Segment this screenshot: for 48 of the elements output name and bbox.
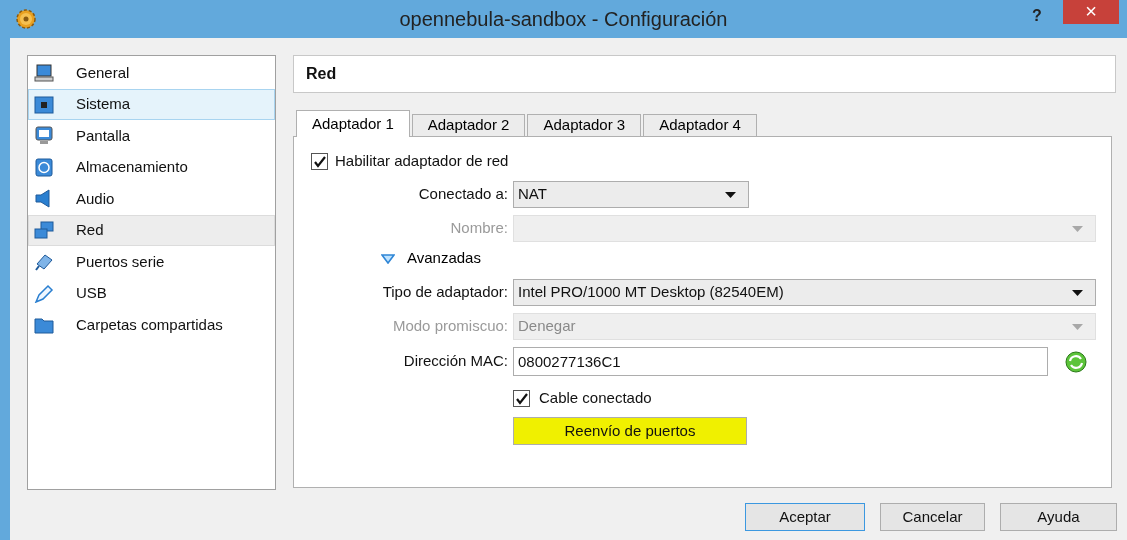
gear-icon xyxy=(15,8,37,30)
dropdown[interactable]: Intel PRO/1000 MT Desktop (82540EM) xyxy=(513,279,1096,306)
window-title: opennebula-sandbox - Configuración xyxy=(399,7,728,32)
sidebar-item[interactable]: Audio xyxy=(28,183,275,215)
folder-icon xyxy=(34,315,54,335)
port-forwarding-button[interactable]: Reenvío de puertos xyxy=(513,417,747,445)
mac-address-field[interactable]: 0800277136C1 xyxy=(513,347,1048,376)
caret-icon xyxy=(725,191,736,198)
dialog-button[interactable]: Aceptar xyxy=(745,503,865,531)
sidebar-item[interactable]: Red xyxy=(28,214,275,246)
close-button[interactable]: × xyxy=(1063,0,1119,24)
field-label: Conectado a: xyxy=(418,184,508,205)
tab[interactable]: Adaptador 4 xyxy=(643,114,757,137)
chip-icon xyxy=(34,94,54,114)
monitor-icon xyxy=(34,126,54,146)
checkbox[interactable] xyxy=(311,152,328,170)
laptop-icon xyxy=(34,63,54,83)
refresh-icon xyxy=(1065,350,1087,373)
help-button[interactable]: ? xyxy=(1032,4,1042,28)
tab[interactable]: Adaptador 1 xyxy=(296,110,410,137)
sidebar-item[interactable]: USB xyxy=(28,277,275,309)
caret-icon xyxy=(1072,289,1083,296)
sidebar-item[interactable]: Puertos serie xyxy=(28,246,275,278)
sidebar-item[interactable]: General xyxy=(28,57,275,89)
sidebar-item[interactable]: Sistema xyxy=(28,88,275,120)
checkbox-label: Habilitar adaptador de red xyxy=(335,150,509,171)
section-title: Red xyxy=(306,64,337,84)
tab[interactable]: Adaptador 2 xyxy=(411,114,526,137)
sidebar-item[interactable]: Almacenamiento xyxy=(28,151,275,183)
field-label: Nombre: xyxy=(450,218,508,239)
field-label: Dirección MAC: xyxy=(403,351,508,372)
expander[interactable]: Avanzadas xyxy=(381,247,481,270)
field-label: Modo promiscuo: xyxy=(392,316,508,337)
tab[interactable]: Adaptador 3 xyxy=(527,114,642,137)
caret-icon xyxy=(1072,323,1083,330)
dropdown[interactable]: NAT xyxy=(513,181,749,208)
plug-icon xyxy=(34,252,54,272)
field-label: Tipo de adaptador: xyxy=(382,282,508,303)
dialog-button[interactable]: Ayuda xyxy=(1000,503,1117,531)
sidebar-item[interactable]: Carpetas compartidas xyxy=(28,309,275,341)
check-icon xyxy=(514,391,529,406)
sidebar-item[interactable]: Pantalla xyxy=(28,120,275,152)
checkbox-label: Cable conectado xyxy=(539,388,652,409)
dialog-button[interactable]: Cancelar xyxy=(880,503,985,531)
caret-icon xyxy=(1072,225,1083,232)
triangle-icon xyxy=(381,253,395,264)
network-icon xyxy=(34,220,54,240)
checkbox[interactable] xyxy=(513,390,530,407)
